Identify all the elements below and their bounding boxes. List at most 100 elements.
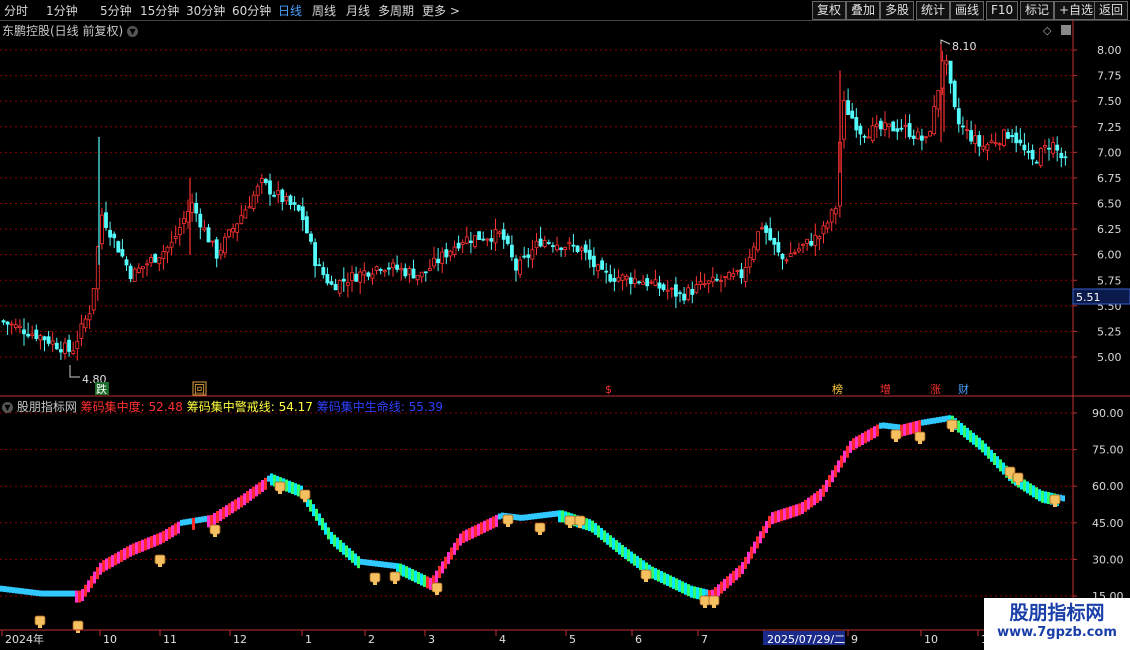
hand-marker-icon <box>640 569 652 582</box>
hand-marker-icon <box>209 524 221 537</box>
candle-body <box>333 284 338 291</box>
candle-body <box>325 274 330 284</box>
concentration-bar <box>51 590 54 597</box>
candle-body <box>263 178 268 184</box>
candle-body <box>772 237 777 245</box>
candle-body <box>292 202 297 205</box>
concentration-bar <box>852 438 855 451</box>
concentration-bar <box>1044 491 1047 504</box>
candle-body <box>657 282 662 289</box>
window-toggle-icon[interactable] <box>1061 25 1071 35</box>
concentration-bar <box>405 566 408 579</box>
candle-body <box>1043 145 1047 148</box>
concentration-bar <box>225 505 228 518</box>
candle-body <box>784 259 789 262</box>
concentration-bar <box>906 423 909 436</box>
candle-body <box>854 117 859 131</box>
concentration-bar <box>651 566 654 579</box>
concentration-bar <box>858 434 861 447</box>
concentration-bar <box>660 571 663 584</box>
chart-canvas[interactable]: 8.00 7.75 7.50 7.25 7.00 6.75 6.50 6.25 6.00 5.75… <box>0 0 1130 650</box>
concentration-bar <box>1032 485 1035 498</box>
concentration-bar <box>438 565 441 578</box>
candle-body <box>1010 135 1014 138</box>
candle-body <box>497 231 502 234</box>
candle-body <box>661 284 666 290</box>
concentration-bar <box>627 549 630 562</box>
candle-body <box>116 241 121 253</box>
concentration-bar <box>312 504 315 517</box>
warning-line-value: 54.17 <box>278 400 313 414</box>
concentration-bar <box>228 503 231 516</box>
candle-body <box>743 266 748 282</box>
candle-body <box>415 274 420 281</box>
candle-body <box>239 215 244 224</box>
diamond-icon[interactable]: ◇ <box>1043 24 1052 37</box>
candle-body <box>862 135 867 138</box>
time-tick-label: 5 <box>569 633 576 646</box>
concentration-bar <box>843 450 846 463</box>
concentration-bar <box>0 585 3 592</box>
concentration-bar <box>15 587 18 594</box>
concentration-bar <box>462 531 465 544</box>
concentration-bar <box>252 486 255 499</box>
candle-body <box>485 238 490 241</box>
concentration-bar <box>873 426 876 439</box>
candle-body <box>22 329 26 335</box>
concentration-bar <box>345 545 348 558</box>
concentration-bar <box>816 491 819 504</box>
candle-body <box>468 240 473 244</box>
concentration-bar <box>615 540 618 553</box>
concentration-bar <box>1026 481 1029 494</box>
concentration-bar <box>57 590 60 597</box>
concentration-bar <box>375 560 378 567</box>
candle-body <box>780 253 785 260</box>
concentration-bar <box>195 517 198 524</box>
candle-body <box>899 127 904 130</box>
concentration-bar <box>363 559 366 566</box>
hand-marker-icon <box>890 429 902 442</box>
candle-body <box>977 135 982 147</box>
candle-body <box>915 131 920 140</box>
candle-body <box>592 255 596 268</box>
concentration-bar <box>726 576 729 589</box>
concentration-bar <box>585 518 588 531</box>
time-tick-label: 2024年 <box>5 632 44 646</box>
concentration-bar <box>678 579 681 592</box>
concentration-bar <box>552 511 555 518</box>
concentration-bar <box>249 488 252 501</box>
concentration-bar <box>663 572 666 585</box>
concentration-bar <box>765 521 768 534</box>
concentration-bar <box>666 573 669 586</box>
candle-body <box>202 227 207 231</box>
candle-body <box>288 195 293 205</box>
candle-body <box>296 204 301 211</box>
concentration-bar <box>387 562 390 569</box>
concentration-bar <box>264 477 267 490</box>
candle-body <box>1002 129 1006 146</box>
concentration-bar <box>378 561 381 568</box>
concentration-bar <box>147 537 150 550</box>
candle-body <box>354 273 359 282</box>
time-tick-label: 6 <box>635 633 642 646</box>
concentration-bar <box>3 586 6 593</box>
candle-body <box>243 209 248 219</box>
candle-body <box>136 267 141 273</box>
concentration-bar <box>339 540 342 553</box>
concentration-bar <box>594 523 597 536</box>
concentration-bar <box>888 423 891 430</box>
concentration-bar <box>159 532 162 545</box>
candle-body <box>210 240 215 243</box>
candle-body <box>1 320 6 323</box>
chevron-down-icon[interactable]: ▼ <box>2 402 13 413</box>
concentration-bar <box>675 578 678 591</box>
candle-body <box>54 342 59 350</box>
candle-body <box>534 240 539 249</box>
concentration-bar <box>204 515 207 522</box>
concentration-bar <box>216 511 219 524</box>
candle-body <box>825 222 830 229</box>
candle-body <box>1059 152 1064 159</box>
candle-body <box>153 253 158 263</box>
concentration-bar <box>444 556 447 569</box>
candle-body <box>382 270 387 273</box>
